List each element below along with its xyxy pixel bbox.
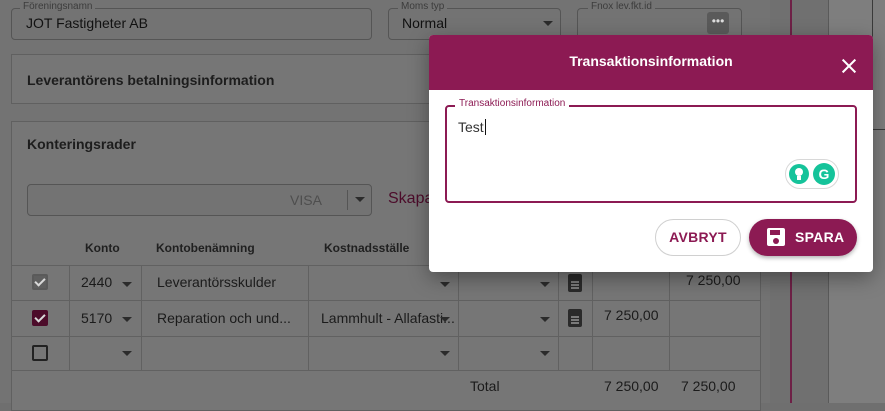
table-divider	[11, 300, 761, 301]
moms-value: Normal	[402, 15, 448, 31]
chevron-down-icon[interactable]	[122, 351, 132, 356]
transaction-info-dialog: Transaktionsinformation Transaktionsinfo…	[429, 35, 873, 272]
side-panel-box	[872, 0, 885, 130]
col-divider	[592, 265, 593, 370]
total-kredit: 7 250,00	[681, 378, 736, 394]
row-kredit: 7 250,00	[686, 272, 741, 288]
chevron-down-icon	[543, 21, 553, 26]
visa-divider	[347, 190, 348, 210]
skapa-button[interactable]: Skapa	[388, 190, 433, 208]
chevron-down-icon[interactable]	[440, 317, 450, 322]
col-header-kontobenamning: Kontobenämning	[156, 241, 255, 255]
col-header-kostnadsstalle: Kostnadsställe	[324, 241, 410, 255]
transaction-info-text: Test	[458, 119, 484, 135]
row-konto: 5170	[81, 310, 113, 326]
table-divider	[11, 370, 761, 371]
text-caret	[484, 119, 486, 135]
col-divider	[458, 265, 459, 370]
save-icon	[767, 228, 785, 246]
row-checkbox[interactable]	[32, 310, 48, 326]
row-checkbox[interactable]	[32, 345, 48, 361]
table-divider	[11, 336, 761, 337]
row-debet: 7 250,00	[604, 307, 659, 323]
more-icon[interactable]: •••	[707, 12, 729, 34]
document-icon[interactable]	[568, 274, 582, 292]
col-divider	[308, 265, 309, 370]
grammarly-icon[interactable]: G	[813, 163, 835, 185]
row-benamning: Reparation och und...	[157, 310, 291, 326]
row-benamning: Leverantörsskulder	[157, 274, 277, 290]
lightbulb-icon[interactable]	[789, 164, 809, 184]
col-divider	[69, 265, 70, 370]
transaction-info-label: Transaktionsinformation	[455, 98, 570, 109]
dialog-title: Transaktionsinformation	[569, 53, 733, 69]
moms-label: Moms typ	[398, 1, 448, 12]
row-checkbox[interactable]	[32, 274, 48, 290]
chevron-down-icon[interactable]	[122, 282, 132, 287]
fnox-label: Fnox lev.fkt.id	[588, 1, 655, 12]
save-label: SPARA	[795, 229, 845, 245]
visa-placeholder: VISA	[290, 192, 322, 208]
payment-info-title: Leverantörens betalningsinformation	[27, 72, 275, 88]
chevron-down-icon[interactable]	[122, 317, 132, 322]
chevron-down-icon[interactable]	[540, 282, 550, 287]
save-button[interactable]: SPARA	[749, 219, 857, 256]
foreningsnamn-label: Föreningsnamn	[20, 1, 96, 12]
transaction-info-value[interactable]: Test	[458, 119, 486, 135]
chevron-down-icon[interactable]	[440, 351, 450, 356]
foreningsnamn-value: JOT Fastigheter AB	[26, 15, 148, 31]
cancel-button[interactable]: AVBRYT	[655, 219, 741, 256]
col-divider	[558, 265, 559, 370]
chevron-down-icon[interactable]	[440, 282, 450, 287]
rows-title: Konteringsrader	[27, 136, 136, 152]
col-divider	[669, 265, 670, 370]
col-header-konto: Konto	[85, 241, 120, 255]
row-konto: 2440	[81, 274, 113, 290]
chevron-down-icon[interactable]	[540, 317, 550, 322]
total-debet: 7 250,00	[604, 378, 659, 394]
close-icon[interactable]	[839, 55, 861, 77]
dialog-header: Transaktionsinformation	[429, 35, 873, 90]
document-icon[interactable]	[568, 309, 582, 327]
col-divider	[141, 265, 142, 370]
chevron-down-icon	[355, 197, 365, 202]
row-kostnadsstalle: Lammhult - Allafasti...	[321, 310, 455, 326]
chevron-down-icon[interactable]	[540, 351, 550, 356]
total-label: Total	[470, 378, 500, 394]
